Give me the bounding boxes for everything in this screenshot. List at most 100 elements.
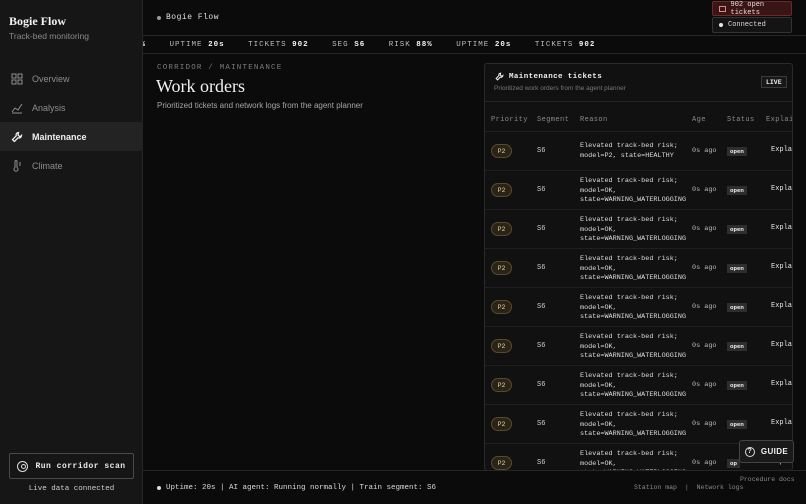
reason-line: state=WARNING_WATERLOGGING [580,196,687,204]
panel-title: Maintenance tickets [495,72,602,81]
column-header-reason[interactable]: Reason [580,116,608,124]
column-header-explain[interactable]: Explain [766,116,792,124]
table-row[interactable]: P2 S6 Elevated track-bed risk;model=OK,sta… [485,365,792,404]
status-badge: open [727,342,747,351]
live-badge: LIVE [761,76,787,88]
reason-line: model=OK, [580,342,617,351]
station-map-link[interactable]: Station map [634,484,677,491]
table-row[interactable]: P2 S6 Elevated track-bed risk;model=OK,sta… [485,209,792,248]
target-icon [17,460,29,472]
sidebar-item-climate[interactable]: Climate [0,151,143,180]
ticker-key: SEG [332,41,349,49]
reason-cell: Elevated track-bed risk; model=P2, state=… [580,142,685,161]
footer-status: Uptime: 20s | AI agent: Running normally… [157,484,436,492]
reason-line: model=OK, [580,186,617,195]
reason-line: Elevated track-bed risk; [580,333,678,341]
reason-line: state=WARNING_WATERLOGGING [580,430,687,438]
chart-line-icon [11,102,23,114]
table-row[interactable]: P2 S6 Elevated track-bed risk;model=OK,sta… [485,404,792,443]
reason-cell: Elevated track-bed risk;model=OK,state=W… [580,372,686,401]
age-cell: 0s ago [692,381,717,389]
ticker-value: 8% [143,41,146,49]
explain-link[interactable]: Explain [771,185,792,193]
segment-cell: S6 [537,186,546,194]
open-tickets-text: 902 open tickets [730,0,765,17]
explain-link[interactable]: Explain [771,263,792,271]
reason-cell: Elevated track-bed risk;model=OK,state=W… [580,450,686,470]
column-header-status[interactable]: Status [727,116,755,124]
table-row[interactable]: P2 S6 Elevated track-bed risk;model=OK,sta… [485,170,792,209]
open-tickets-badge[interactable]: 902 open tickets [712,0,792,17]
reason-line: Elevated track-bed risk; [580,294,678,302]
sidebar-item-maintenance[interactable]: Maintenance [0,122,143,151]
explain-link[interactable]: Explain [771,146,792,154]
top-bar-title-text: Bogie Flow [166,13,220,22]
sidebar: Bogie Flow Track-bed monitoring Overview… [0,0,143,504]
explain-link[interactable]: Explain [771,224,792,232]
app-subtitle: Track-bed monitoring [9,31,89,41]
procedure-docs-link[interactable]: Procedure docs [740,476,795,483]
priority-badge: P2 [491,144,512,158]
age-cell: 0s ago [692,264,717,272]
page-title: Work orders [156,76,246,96]
ticker-value: 20s [208,41,225,49]
column-header-segment[interactable]: Segment [537,116,569,124]
column-header-priority[interactable]: Priority [491,116,528,124]
priority-badge: P2 [491,417,512,431]
grid-icon [11,73,23,85]
ticker-value: 902 [578,41,596,49]
age-cell: 0s ago [692,186,717,194]
reason-cell: Elevated track-bed risk;model=OK,state=W… [580,216,687,245]
status-badge: open [727,186,747,195]
ticker-key: TICKETS [534,41,574,49]
table-row[interactable]: P2 S6 Elevated track-bed risk;model=OK,sta… [485,326,792,365]
connected-dot-icon [719,23,723,27]
priority-badge: P2 [491,339,512,353]
run-corridor-scan-button[interactable]: Run corridor scan [9,453,134,479]
reason-line: state=WARNING_WATERLOGGING [580,235,687,243]
sidebar-item-analysis[interactable]: Analysis [0,93,143,122]
table-row[interactable]: P2 S6 Elevated track-bed risk;model=OK,sta… [485,248,792,287]
segment-cell: S6 [537,420,546,428]
table-row[interactable]: P2 S6 Elevated track-bed risk; model=P2, st… [485,131,792,170]
sidebar-item-overview[interactable]: Overview [0,64,143,93]
thermometer-icon [11,159,23,172]
ticker-key: RISK [388,41,411,49]
reason-cell: Elevated track-bed risk;model=OK,state=W… [580,411,687,440]
priority-badge: P2 [491,183,512,197]
guide-button[interactable]: ? GUIDE [739,440,794,463]
reason-line: model=OK, [580,264,617,273]
priority-badge: P2 [491,378,512,392]
panel-title-text: Maintenance tickets [509,72,603,81]
reason-line: Elevated track-bed risk; [580,372,678,380]
explain-link[interactable]: Explain [771,302,792,310]
explain-link[interactable]: Explain [771,380,792,388]
reason-line: Elevated track-bed risk; [580,411,678,419]
age-cell: 0s ago [692,225,717,233]
reason-cell: Elevated track-bed risk;model=OK,state=W… [580,255,686,284]
explain-link[interactable]: Explain [771,419,792,427]
reason-line: model=OK, [580,381,617,390]
connection-badge: Connected [712,17,792,33]
app-title: Bogie Flow [9,14,66,28]
age-cell: 0s ago [692,303,717,311]
segment-cell: S6 [537,264,546,272]
top-bar: Bogie Flow [143,0,806,36]
status-dot-icon [157,486,161,490]
column-header-age[interactable]: Age [692,116,706,124]
panel-subtitle: Prioritized work orders from the agent p… [494,85,626,92]
guide-button-label: GUIDE [760,447,789,456]
network-logs-link[interactable]: Network logs [697,484,744,491]
table-row[interactable]: P2 S6 Elevated track-bed risk;model=OK,sta… [485,287,792,326]
reason-line: model=OK, [580,420,617,429]
sidebar-item-label: Analysis [32,102,66,113]
wrench-icon [495,72,504,81]
status-badge: open [727,303,747,312]
page-subtitle: Prioritized tickets and network logs fro… [157,101,363,110]
breadcrumb: CORRIDOR / MAINTENANCE [157,64,283,72]
sidebar-nav: Overview Analysis Maintenance Climate [0,64,143,180]
reason-line: Elevated track-bed risk; [580,255,678,263]
footer-status-text: Uptime: 20s | AI agent: Running normally… [166,484,437,492]
segment-cell: S6 [537,342,546,350]
explain-link[interactable]: Explain [771,341,792,349]
